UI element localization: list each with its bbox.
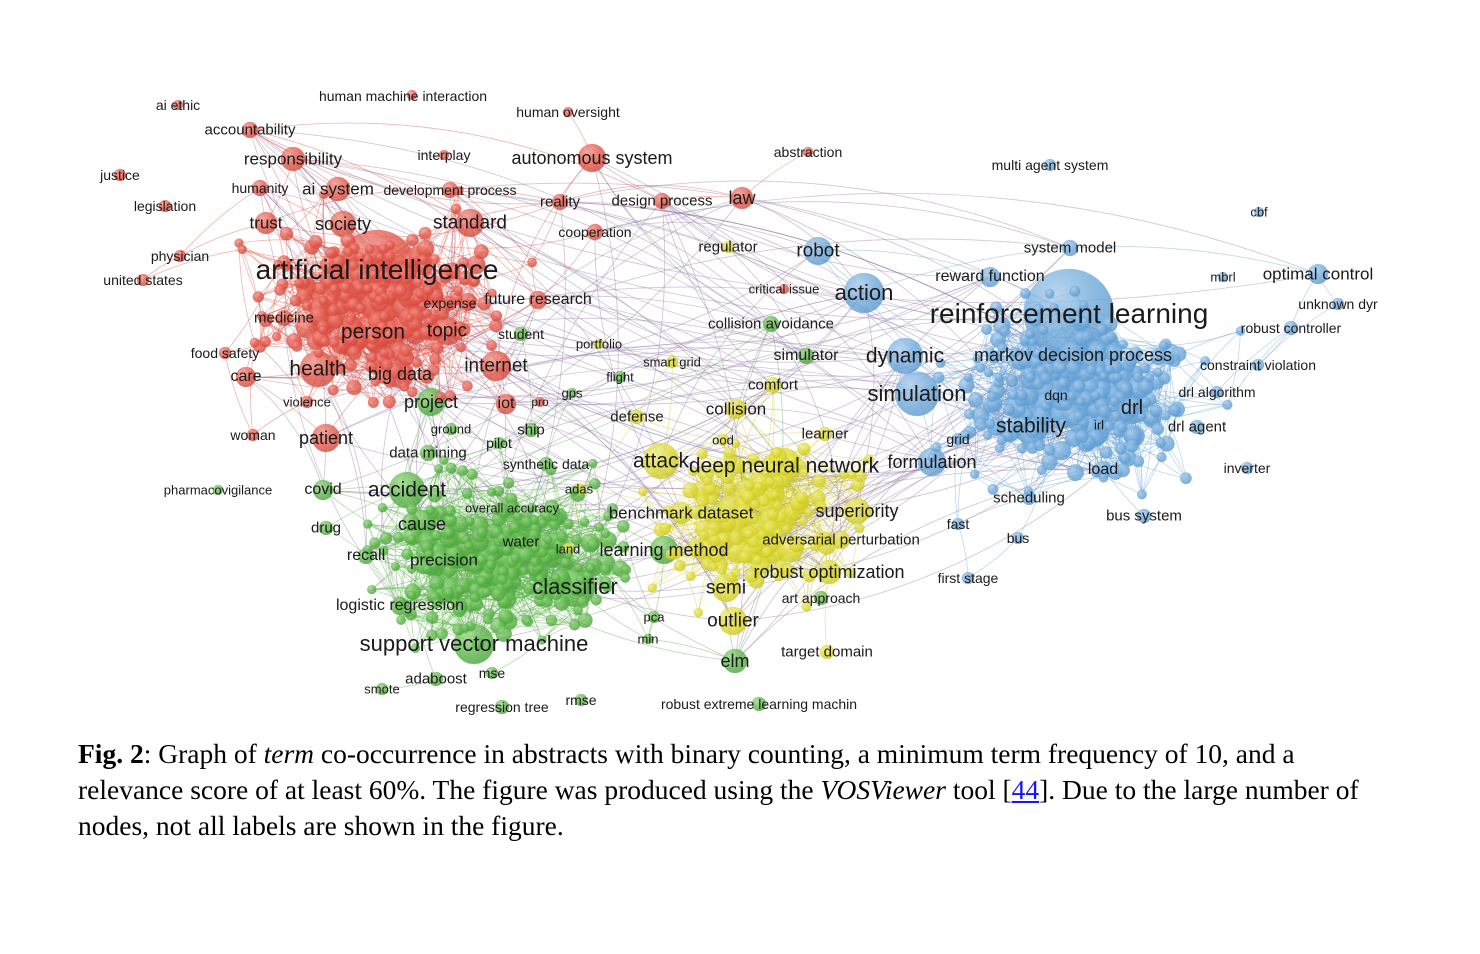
graph-node[interactable] bbox=[498, 609, 514, 625]
graph-node[interactable] bbox=[1066, 464, 1085, 482]
graph-node[interactable] bbox=[728, 530, 744, 546]
figure-page: ai ethic human machine interaction human o… bbox=[0, 0, 1480, 954]
graph-edge bbox=[992, 472, 1076, 490]
network-graph-figure: ai ethic human machine interaction human o… bbox=[0, 0, 1480, 728]
graph-edge bbox=[224, 352, 254, 436]
graph-edge bbox=[238, 243, 256, 343]
graph-edge bbox=[238, 239, 316, 244]
graph-node[interactable] bbox=[682, 482, 699, 499]
graph-node[interactable] bbox=[346, 345, 363, 361]
graph-node[interactable] bbox=[346, 379, 362, 396]
graph-node[interactable] bbox=[967, 391, 984, 408]
